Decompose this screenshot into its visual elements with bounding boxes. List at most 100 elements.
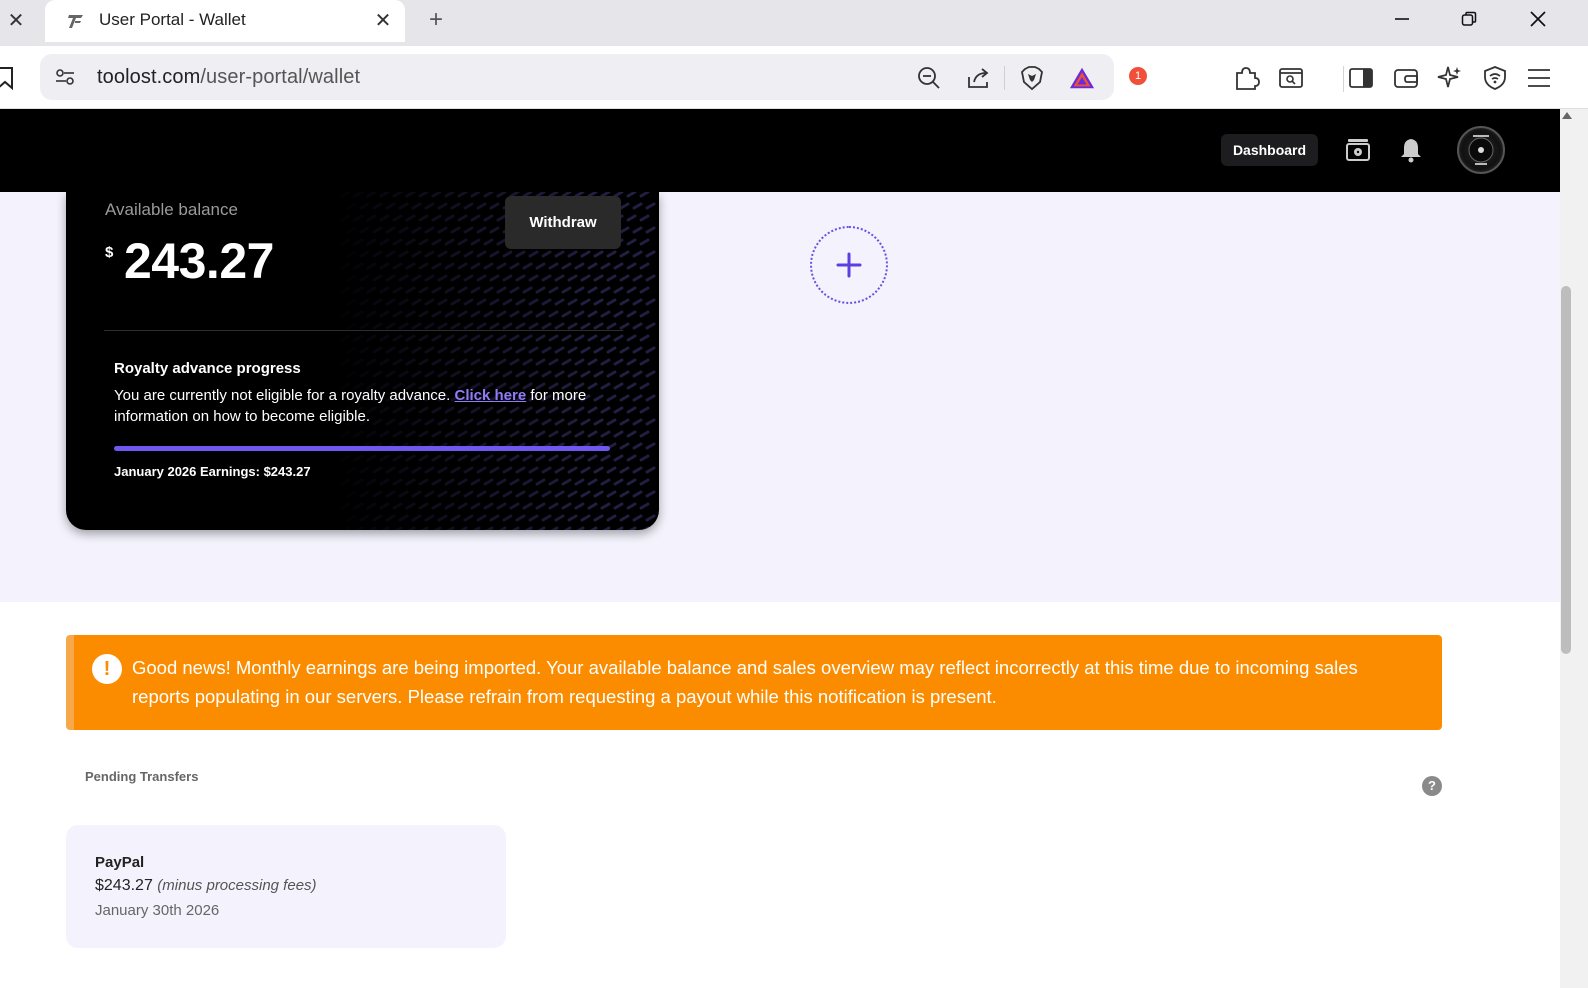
url-text[interactable]: toolost.com/user-portal/wallet [97, 66, 360, 89]
restore-icon[interactable] [1447, 4, 1491, 34]
pattern-dash [405, 334, 416, 342]
pattern-dash [548, 358, 559, 366]
brave-shields-icon[interactable] [1019, 65, 1045, 91]
help-icon[interactable]: ? [1422, 776, 1442, 796]
pattern-dash [606, 370, 617, 378]
pattern-dash [639, 478, 650, 486]
pattern-dash [619, 442, 630, 450]
tab-close-icon[interactable]: ✕ [369, 6, 397, 34]
pattern-dash [593, 514, 604, 522]
site-settings-icon[interactable] [54, 67, 76, 87]
pattern-dash [418, 502, 429, 510]
pattern-dash [502, 346, 513, 354]
close-icon[interactable]: ✕ [2, 6, 30, 34]
extensions-icon[interactable] [1233, 64, 1261, 92]
pattern-dash [470, 478, 481, 486]
browser-tab-active[interactable]: User Portal - Wallet ✕ [45, 0, 405, 42]
pattern-dash [437, 370, 448, 378]
brave-rewards-icon[interactable] [1069, 65, 1095, 91]
pattern-dash [626, 478, 637, 486]
minimize-icon[interactable] [1380, 4, 1424, 34]
pattern-dash [502, 370, 513, 378]
pattern-dash [411, 466, 422, 474]
pattern-dash [411, 346, 422, 354]
bookmark-icon[interactable] [0, 66, 16, 90]
pattern-dash [379, 478, 390, 486]
pattern-dash [593, 466, 604, 474]
address-bar[interactable]: toolost.com/user-portal/wallet 1 [40, 54, 1147, 100]
pattern-dash [340, 454, 351, 462]
pattern-dash [496, 454, 507, 462]
pattern-dash [470, 502, 481, 510]
wallet-icon[interactable] [1392, 64, 1420, 92]
pattern-dash [353, 262, 364, 270]
pattern-dash [483, 430, 494, 438]
sidebar-icon[interactable] [1347, 64, 1375, 92]
pattern-dash [457, 430, 468, 438]
pattern-dash [509, 334, 520, 342]
menu-icon[interactable] [1525, 64, 1553, 92]
pattern-dash [548, 310, 559, 318]
window-close-icon[interactable] [1516, 4, 1560, 34]
pattern-dash [515, 514, 526, 522]
pattern-dash [444, 478, 455, 486]
scroll-up-arrow-icon[interactable] [1562, 112, 1572, 119]
leo-ai-icon[interactable] [1436, 64, 1464, 92]
reader-mode-icon[interactable] [1277, 64, 1305, 92]
withdraw-button[interactable]: Withdraw [505, 196, 621, 249]
pattern-dash [463, 370, 474, 378]
pattern-dash [366, 454, 377, 462]
vpn-shield-icon[interactable] [1481, 64, 1509, 92]
pattern-dash [431, 286, 442, 294]
pattern-dash [548, 430, 559, 438]
pattern-dash [561, 334, 572, 342]
releases-box-icon[interactable] [1344, 136, 1372, 164]
pattern-dash [639, 382, 650, 390]
pattern-dash [470, 286, 481, 294]
pattern-dash [405, 430, 416, 438]
share-icon[interactable] [966, 65, 992, 91]
zoom-out-icon[interactable] [916, 65, 942, 91]
pattern-dash [593, 370, 604, 378]
pattern-dash [379, 310, 390, 318]
user-avatar[interactable] [1457, 126, 1505, 174]
new-tab-icon[interactable]: + [420, 4, 452, 36]
pattern-dash [522, 454, 533, 462]
pattern-dash [392, 310, 403, 318]
notifications-bell-icon[interactable] [1397, 136, 1425, 164]
dashboard-button[interactable]: Dashboard [1221, 134, 1318, 166]
pattern-dash [379, 358, 390, 366]
pattern-dash [632, 226, 643, 234]
pattern-dash [576, 526, 585, 530]
pattern-dash [567, 490, 578, 498]
scrollbar-thumb[interactable] [1561, 286, 1571, 654]
pattern-dash [561, 502, 572, 510]
pattern-dash [418, 238, 429, 246]
pattern-dash [372, 466, 383, 474]
pattern-dash [457, 358, 468, 366]
pattern-dash [606, 250, 617, 258]
click-here-link[interactable]: Click here [454, 387, 526, 404]
pattern-dash [392, 430, 403, 438]
pattern-dash [502, 322, 513, 330]
pattern-dash [509, 454, 520, 462]
pattern-dash [424, 346, 435, 354]
pattern-dash [424, 274, 435, 282]
add-payout-method-button[interactable] [810, 226, 888, 304]
pattern-dash [554, 346, 565, 354]
pattern-dash [340, 238, 351, 246]
pattern-dash [431, 214, 442, 222]
pattern-dash [483, 358, 494, 366]
transfer-amount-value: $243.27 [95, 877, 153, 894]
pattern-dash [645, 298, 656, 306]
pattern-dash [459, 526, 468, 530]
pattern-dash [561, 262, 572, 270]
pattern-dash [619, 298, 630, 306]
pattern-dash [645, 442, 656, 450]
pattern-dash [574, 358, 585, 366]
pattern-dash [548, 286, 559, 294]
pattern-dash [444, 334, 455, 342]
pattern-dash [431, 192, 442, 198]
pattern-dash [366, 214, 377, 222]
pattern-dash [437, 466, 448, 474]
